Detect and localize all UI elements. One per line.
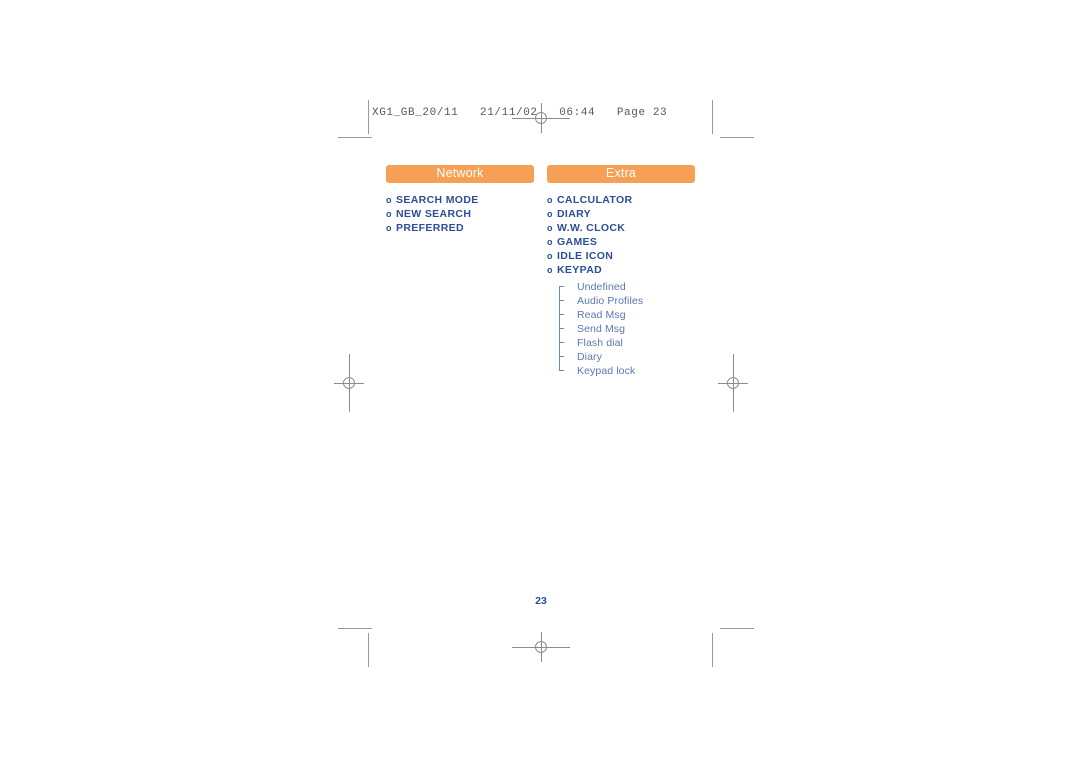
registration-ring bbox=[343, 377, 355, 389]
menu-item-label: W.W. CLOCK bbox=[557, 222, 626, 234]
menu-item-label: KEYPAD bbox=[557, 264, 603, 276]
menu-item-diary[interactable]: o DIARY bbox=[547, 207, 695, 221]
crop-mark-top-right-horizontal bbox=[720, 137, 754, 138]
menu-item-list-extra: o CALCULATOR o DIARY o W.W. CLOCK o GAME… bbox=[547, 193, 695, 277]
submenu-item-label: Undefined bbox=[577, 281, 626, 293]
menu-item-preferred[interactable]: o PREFERRED bbox=[386, 221, 534, 235]
crop-mark-top-left-vertical bbox=[368, 100, 369, 134]
submenu-item-label: Send Msg bbox=[577, 323, 626, 335]
bullet-icon: o bbox=[547, 265, 553, 275]
menu-item-label: IDLE ICON bbox=[557, 250, 614, 262]
submenu-item-read-msg[interactable]: Read Msg bbox=[559, 308, 695, 322]
menu-item-new-search[interactable]: o NEW SEARCH bbox=[386, 207, 534, 221]
crop-mark-bottom-right-horizontal bbox=[720, 628, 754, 629]
imposition-slug-line: XG1_GB_20/11 21/11/02 06:44 Page 23 bbox=[372, 107, 668, 119]
submenu-item-send-msg[interactable]: Send Msg bbox=[559, 322, 695, 336]
submenu-item-keypad-lock[interactable]: Keypad lock bbox=[559, 364, 695, 378]
menu-item-label: CALCULATOR bbox=[557, 194, 633, 206]
menu-item-label: NEW SEARCH bbox=[396, 208, 472, 220]
printed-page: XG1_GB_20/11 21/11/02 06:44 Page 23 Netw… bbox=[0, 0, 1080, 763]
bullet-icon: o bbox=[547, 251, 553, 261]
bullet-icon: o bbox=[547, 223, 553, 233]
menu-item-calculator[interactable]: o CALCULATOR bbox=[547, 193, 695, 207]
keypad-submenu-list: Undefined Audio Profiles Read Msg Send M… bbox=[559, 280, 695, 378]
registration-ring bbox=[727, 377, 739, 389]
menu-item-label: DIARY bbox=[557, 208, 592, 220]
submenu-item-label: Flash dial bbox=[577, 337, 623, 349]
bullet-icon: o bbox=[386, 223, 392, 233]
tree-branch-tick bbox=[559, 328, 564, 329]
bullet-icon: o bbox=[386, 209, 392, 219]
crop-mark-bottom-right-vertical bbox=[712, 633, 713, 667]
registration-ring bbox=[535, 641, 547, 653]
menu-column-extra: Extra o CALCULATOR o DIARY o W.W. CLOCK … bbox=[547, 165, 695, 378]
bullet-icon: o bbox=[547, 209, 553, 219]
column-header-network: Network bbox=[386, 165, 534, 183]
tree-branch-tick bbox=[559, 300, 564, 301]
submenu-item-flash-dial[interactable]: Flash dial bbox=[559, 336, 695, 350]
submenu-item-label: Read Msg bbox=[577, 309, 626, 321]
tree-branch-tick bbox=[559, 342, 564, 343]
menu-column-network: Network o SEARCH MODE o NEW SEARCH o PRE… bbox=[386, 165, 534, 235]
crop-mark-bottom-left-vertical bbox=[368, 633, 369, 667]
crop-mark-top-left-horizontal bbox=[338, 137, 372, 138]
registration-mark-left-center bbox=[334, 354, 364, 412]
menu-item-keypad[interactable]: o KEYPAD bbox=[547, 263, 695, 277]
crop-mark-top-right-vertical bbox=[712, 100, 713, 134]
menu-item-idle-icon[interactable]: o IDLE ICON bbox=[547, 249, 695, 263]
menu-item-games[interactable]: o GAMES bbox=[547, 235, 695, 249]
submenu-item-label: Keypad lock bbox=[577, 365, 636, 377]
menu-item-label: PREFERRED bbox=[396, 222, 464, 234]
registration-mark-bottom-center bbox=[512, 632, 570, 662]
page-number: 23 bbox=[535, 595, 547, 607]
menu-item-ww-clock[interactable]: o W.W. CLOCK bbox=[547, 221, 695, 235]
bullet-icon: o bbox=[386, 195, 392, 205]
tree-branch-tick bbox=[559, 314, 564, 315]
submenu-item-undefined[interactable]: Undefined bbox=[559, 280, 695, 294]
menu-item-label: SEARCH MODE bbox=[396, 194, 479, 206]
bullet-icon: o bbox=[547, 195, 553, 205]
menu-item-list-network: o SEARCH MODE o NEW SEARCH o PREFERRED bbox=[386, 193, 534, 235]
submenu-item-label: Audio Profiles bbox=[577, 295, 644, 307]
tree-branch-tick bbox=[559, 286, 564, 287]
crop-mark-bottom-left-horizontal bbox=[338, 628, 372, 629]
registration-mark-right-center bbox=[718, 354, 748, 412]
bullet-icon: o bbox=[547, 237, 553, 247]
submenu-item-diary[interactable]: Diary bbox=[559, 350, 695, 364]
submenu-item-audio-profiles[interactable]: Audio Profiles bbox=[559, 294, 695, 308]
submenu-item-label: Diary bbox=[577, 351, 603, 363]
tree-branch-tick bbox=[559, 370, 564, 371]
column-header-extra: Extra bbox=[547, 165, 695, 183]
menu-item-label: GAMES bbox=[557, 236, 598, 248]
menu-item-search-mode[interactable]: o SEARCH MODE bbox=[386, 193, 534, 207]
tree-branch-tick bbox=[559, 356, 564, 357]
